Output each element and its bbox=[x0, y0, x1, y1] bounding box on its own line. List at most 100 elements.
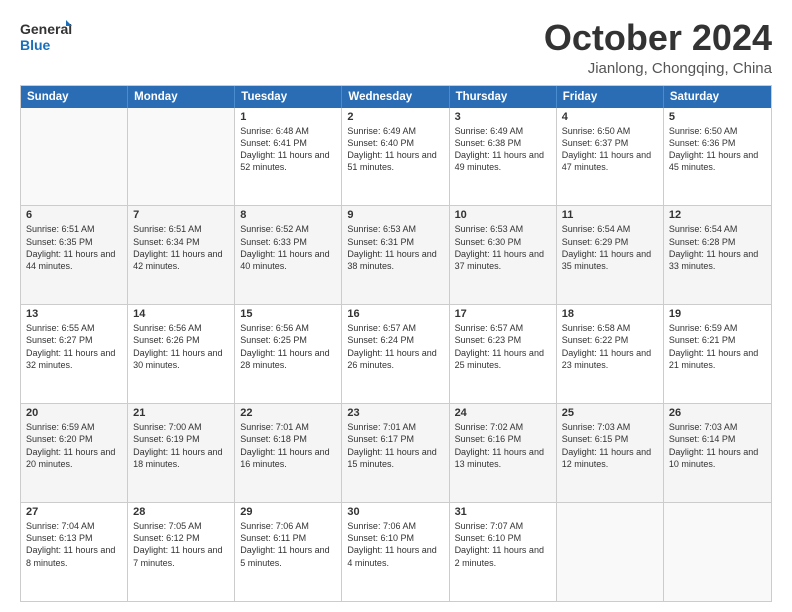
empty-cell-0-0 bbox=[21, 108, 128, 206]
month-title: October 2024 bbox=[544, 18, 772, 58]
day-number: 4 bbox=[562, 111, 658, 123]
day-cell-12: 12 Sunrise: 6:54 AM Sunset: 6:28 PM Dayli… bbox=[664, 206, 771, 304]
header-day-thursday: Thursday bbox=[450, 86, 557, 108]
day-number: 12 bbox=[669, 209, 766, 221]
day-number: 20 bbox=[26, 407, 122, 419]
header-day-wednesday: Wednesday bbox=[342, 86, 449, 108]
day-info: Sunrise: 6:55 AM Sunset: 6:27 PM Dayligh… bbox=[26, 322, 122, 371]
day-cell-22: 22 Sunrise: 7:01 AM Sunset: 6:18 PM Dayli… bbox=[235, 404, 342, 502]
day-number: 28 bbox=[133, 506, 229, 518]
day-number: 7 bbox=[133, 209, 229, 221]
day-info: Sunrise: 6:51 AM Sunset: 6:34 PM Dayligh… bbox=[133, 223, 229, 272]
svg-text:Blue: Blue bbox=[20, 37, 51, 53]
calendar: SundayMondayTuesdayWednesdayThursdayFrid… bbox=[20, 85, 772, 602]
header-day-friday: Friday bbox=[557, 86, 664, 108]
day-info: Sunrise: 6:50 AM Sunset: 6:37 PM Dayligh… bbox=[562, 125, 658, 174]
day-info: Sunrise: 7:04 AM Sunset: 6:13 PM Dayligh… bbox=[26, 520, 122, 569]
day-info: Sunrise: 7:01 AM Sunset: 6:17 PM Dayligh… bbox=[347, 421, 443, 470]
day-cell-3: 3Sunrise: 6:49 AM Sunset: 6:38 PM Daylig… bbox=[450, 108, 557, 206]
day-cell-29: 29 Sunrise: 7:06 AM Sunset: 6:11 PM Dayli… bbox=[235, 503, 342, 601]
calendar-row-1: 6Sunrise: 6:51 AM Sunset: 6:35 PM Daylig… bbox=[21, 205, 771, 304]
day-cell-4: 4 Sunrise: 6:50 AM Sunset: 6:37 PM Daylig… bbox=[557, 108, 664, 206]
day-info: Sunrise: 7:02 AM Sunset: 6:16 PM Dayligh… bbox=[455, 421, 551, 470]
day-number: 15 bbox=[240, 308, 336, 320]
day-cell-24: 24Sunrise: 7:02 AM Sunset: 6:16 PM Dayli… bbox=[450, 404, 557, 502]
calendar-row-2: 13 Sunrise: 6:55 AM Sunset: 6:27 PM Dayli… bbox=[21, 304, 771, 403]
day-cell-31: 31 Sunrise: 7:07 AM Sunset: 6:10 PM Dayli… bbox=[450, 503, 557, 601]
empty-cell-4-6 bbox=[664, 503, 771, 601]
day-info: Sunrise: 6:54 AM Sunset: 6:28 PM Dayligh… bbox=[669, 223, 766, 272]
day-info: Sunrise: 6:49 AM Sunset: 6:38 PM Dayligh… bbox=[455, 125, 551, 174]
empty-cell-4-5 bbox=[557, 503, 664, 601]
calendar-row-0: 1Sunrise: 6:48 AM Sunset: 6:41 PM Daylig… bbox=[21, 108, 771, 206]
day-cell-23: 23 Sunrise: 7:01 AM Sunset: 6:17 PM Dayli… bbox=[342, 404, 449, 502]
day-cell-7: 7 Sunrise: 6:51 AM Sunset: 6:34 PM Daylig… bbox=[128, 206, 235, 304]
day-info: Sunrise: 7:06 AM Sunset: 6:11 PM Dayligh… bbox=[240, 520, 336, 569]
day-number: 21 bbox=[133, 407, 229, 419]
day-number: 30 bbox=[347, 506, 443, 518]
day-cell-2: 2 Sunrise: 6:49 AM Sunset: 6:40 PM Daylig… bbox=[342, 108, 449, 206]
day-info: Sunrise: 6:59 AM Sunset: 6:21 PM Dayligh… bbox=[669, 322, 766, 371]
day-cell-13: 13 Sunrise: 6:55 AM Sunset: 6:27 PM Dayli… bbox=[21, 305, 128, 403]
day-info: Sunrise: 6:56 AM Sunset: 6:26 PM Dayligh… bbox=[133, 322, 229, 371]
day-cell-1: 1Sunrise: 6:48 AM Sunset: 6:41 PM Daylig… bbox=[235, 108, 342, 206]
day-info: Sunrise: 7:07 AM Sunset: 6:10 PM Dayligh… bbox=[455, 520, 551, 569]
day-info: Sunrise: 6:52 AM Sunset: 6:33 PM Dayligh… bbox=[240, 223, 336, 272]
day-cell-9: 9Sunrise: 6:53 AM Sunset: 6:31 PM Daylig… bbox=[342, 206, 449, 304]
day-cell-25: 25 Sunrise: 7:03 AM Sunset: 6:15 PM Dayli… bbox=[557, 404, 664, 502]
day-info: Sunrise: 7:06 AM Sunset: 6:10 PM Dayligh… bbox=[347, 520, 443, 569]
day-number: 2 bbox=[347, 111, 443, 123]
day-info: Sunrise: 7:05 AM Sunset: 6:12 PM Dayligh… bbox=[133, 520, 229, 569]
day-number: 13 bbox=[26, 308, 122, 320]
day-info: Sunrise: 7:03 AM Sunset: 6:14 PM Dayligh… bbox=[669, 421, 766, 470]
header-day-sunday: Sunday bbox=[21, 86, 128, 108]
day-cell-30: 30 Sunrise: 7:06 AM Sunset: 6:10 PM Dayli… bbox=[342, 503, 449, 601]
day-number: 23 bbox=[347, 407, 443, 419]
day-cell-28: 28 Sunrise: 7:05 AM Sunset: 6:12 PM Dayli… bbox=[128, 503, 235, 601]
day-info: Sunrise: 6:54 AM Sunset: 6:29 PM Dayligh… bbox=[562, 223, 658, 272]
day-number: 17 bbox=[455, 308, 551, 320]
day-number: 29 bbox=[240, 506, 336, 518]
day-number: 31 bbox=[455, 506, 551, 518]
day-info: Sunrise: 6:57 AM Sunset: 6:23 PM Dayligh… bbox=[455, 322, 551, 371]
day-cell-26: 26 Sunrise: 7:03 AM Sunset: 6:14 PM Dayli… bbox=[664, 404, 771, 502]
day-info: Sunrise: 6:49 AM Sunset: 6:40 PM Dayligh… bbox=[347, 125, 443, 174]
day-info: Sunrise: 7:03 AM Sunset: 6:15 PM Dayligh… bbox=[562, 421, 658, 470]
day-info: Sunrise: 6:57 AM Sunset: 6:24 PM Dayligh… bbox=[347, 322, 443, 371]
header-day-saturday: Saturday bbox=[664, 86, 771, 108]
day-number: 16 bbox=[347, 308, 443, 320]
day-number: 14 bbox=[133, 308, 229, 320]
day-info: Sunrise: 7:01 AM Sunset: 6:18 PM Dayligh… bbox=[240, 421, 336, 470]
day-info: Sunrise: 6:48 AM Sunset: 6:41 PM Dayligh… bbox=[240, 125, 336, 174]
day-number: 18 bbox=[562, 308, 658, 320]
page: General Blue October 2024 Jianlong, Chon… bbox=[0, 0, 792, 612]
day-cell-19: 19 Sunrise: 6:59 AM Sunset: 6:21 PM Dayli… bbox=[664, 305, 771, 403]
day-cell-5: 5Sunrise: 6:50 AM Sunset: 6:36 PM Daylig… bbox=[664, 108, 771, 206]
day-cell-27: 27 Sunrise: 7:04 AM Sunset: 6:13 PM Dayli… bbox=[21, 503, 128, 601]
day-cell-21: 21 Sunrise: 7:00 AM Sunset: 6:19 PM Dayli… bbox=[128, 404, 235, 502]
empty-cell-0-1 bbox=[128, 108, 235, 206]
logo: General Blue bbox=[20, 18, 72, 54]
day-info: Sunrise: 6:53 AM Sunset: 6:30 PM Dayligh… bbox=[455, 223, 551, 272]
day-info: Sunrise: 7:00 AM Sunset: 6:19 PM Dayligh… bbox=[133, 421, 229, 470]
day-cell-10: 10 Sunrise: 6:53 AM Sunset: 6:30 PM Dayli… bbox=[450, 206, 557, 304]
day-number: 11 bbox=[562, 209, 658, 221]
day-cell-17: 17 Sunrise: 6:57 AM Sunset: 6:23 PM Dayli… bbox=[450, 305, 557, 403]
day-number: 9 bbox=[347, 209, 443, 221]
day-number: 19 bbox=[669, 308, 766, 320]
svg-text:General: General bbox=[20, 21, 72, 37]
header: General Blue October 2024 Jianlong, Chon… bbox=[20, 18, 772, 77]
day-info: Sunrise: 6:58 AM Sunset: 6:22 PM Dayligh… bbox=[562, 322, 658, 371]
calendar-body: 1Sunrise: 6:48 AM Sunset: 6:41 PM Daylig… bbox=[21, 108, 771, 601]
day-number: 26 bbox=[669, 407, 766, 419]
day-number: 25 bbox=[562, 407, 658, 419]
day-number: 22 bbox=[240, 407, 336, 419]
day-info: Sunrise: 6:51 AM Sunset: 6:35 PM Dayligh… bbox=[26, 223, 122, 272]
calendar-header-row: SundayMondayTuesdayWednesdayThursdayFrid… bbox=[21, 86, 771, 108]
day-cell-20: 20Sunrise: 6:59 AM Sunset: 6:20 PM Dayli… bbox=[21, 404, 128, 502]
day-number: 10 bbox=[455, 209, 551, 221]
day-number: 27 bbox=[26, 506, 122, 518]
day-cell-8: 8Sunrise: 6:52 AM Sunset: 6:33 PM Daylig… bbox=[235, 206, 342, 304]
logo-svg: General Blue bbox=[20, 18, 72, 54]
title-block: October 2024 Jianlong, Chongqing, China bbox=[544, 18, 772, 77]
